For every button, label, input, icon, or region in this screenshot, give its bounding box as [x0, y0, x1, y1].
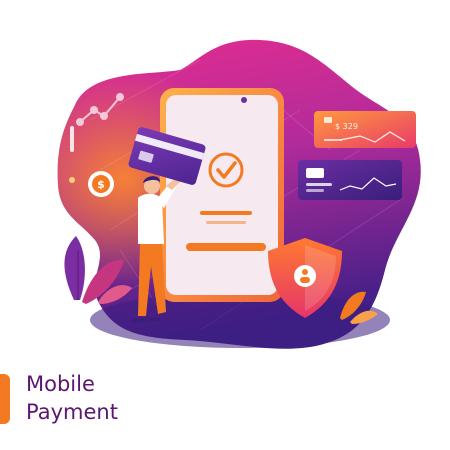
card-amount: $ 329: [335, 122, 358, 131]
phone-confirm-bar: [186, 243, 266, 251]
phone-text-line: [200, 211, 252, 215]
sparkle-icon: [69, 177, 75, 183]
svg-text:$: $: [97, 178, 105, 191]
dollar-coin-icon: $: [88, 171, 114, 197]
phone-text-line: [206, 221, 246, 224]
credit-card-icon: $ 329: [314, 111, 416, 148]
smartphone: [160, 88, 284, 302]
caption-line-2: Payment: [26, 400, 118, 424]
caption: Mobile Payment: [0, 370, 200, 430]
credit-card-icon: [298, 160, 402, 200]
caption-line-1: Mobile: [26, 372, 95, 396]
caption-accent-bar: [0, 374, 10, 424]
phone-camera: [241, 97, 247, 103]
caption-title: Mobile Payment: [26, 370, 118, 426]
